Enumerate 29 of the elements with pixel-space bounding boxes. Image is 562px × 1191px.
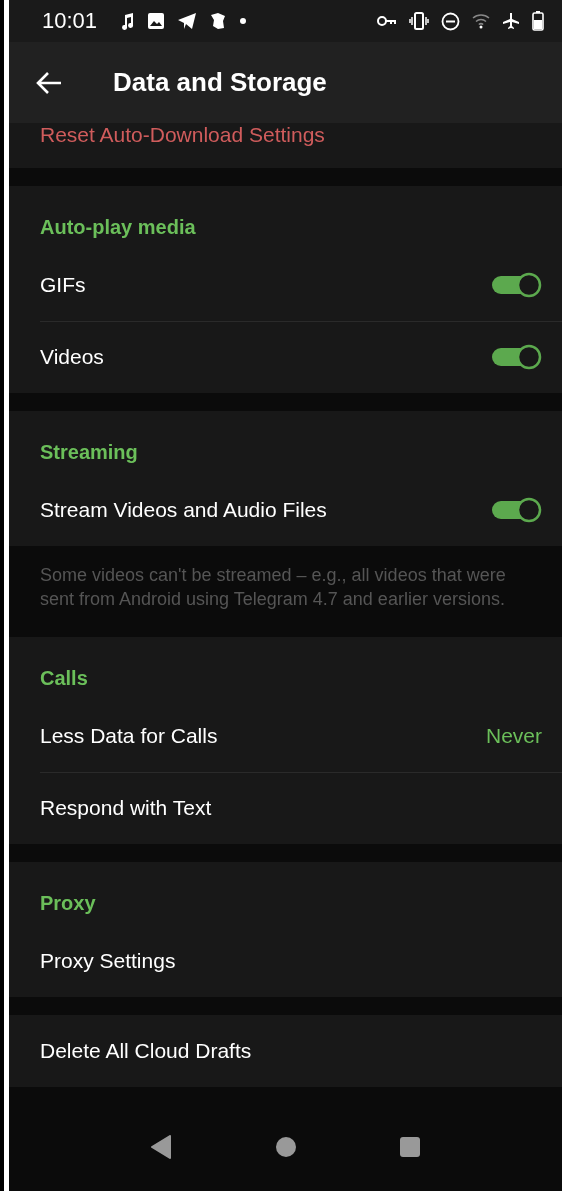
setting-label[interactable]: Proxy Settings (40, 949, 542, 973)
toggle-switch[interactable] (490, 497, 542, 523)
screen-title: Data and Storage (113, 67, 327, 98)
battery-icon (532, 11, 544, 31)
app-icon (209, 12, 228, 30)
recents-nav-icon[interactable] (399, 1136, 422, 1158)
section-header: Calls (39, 666, 89, 691)
airplane-icon (502, 12, 520, 30)
key-icon (377, 14, 397, 28)
setting-label[interactable]: Videos (40, 345, 490, 369)
setting-label[interactable]: Stream Videos and Audio Files (40, 498, 490, 522)
home-nav-icon[interactable] (275, 1136, 298, 1158)
toggle-switch[interactable] (490, 272, 542, 298)
vibrate-icon (409, 12, 429, 30)
dot-icon (239, 17, 248, 25)
section-header: Auto-play media (39, 215, 197, 240)
setting-value: Never (485, 724, 542, 748)
section-header: Proxy (39, 891, 97, 916)
paper-plane-icon (177, 12, 198, 30)
setting-label[interactable]: GIFs (40, 273, 490, 297)
do-not-disturb-icon (441, 11, 460, 31)
section-header: Streaming (39, 440, 139, 465)
toggle-switch[interactable] (490, 344, 542, 370)
setting-label[interactable]: Respond with Text (40, 796, 542, 820)
status-time: 10:01 (42, 8, 98, 34)
setting-label[interactable]: Less Data for Calls (40, 724, 486, 748)
wifi-icon (472, 13, 490, 29)
back-nav-icon[interactable] (149, 1135, 174, 1159)
image-icon (147, 12, 166, 30)
